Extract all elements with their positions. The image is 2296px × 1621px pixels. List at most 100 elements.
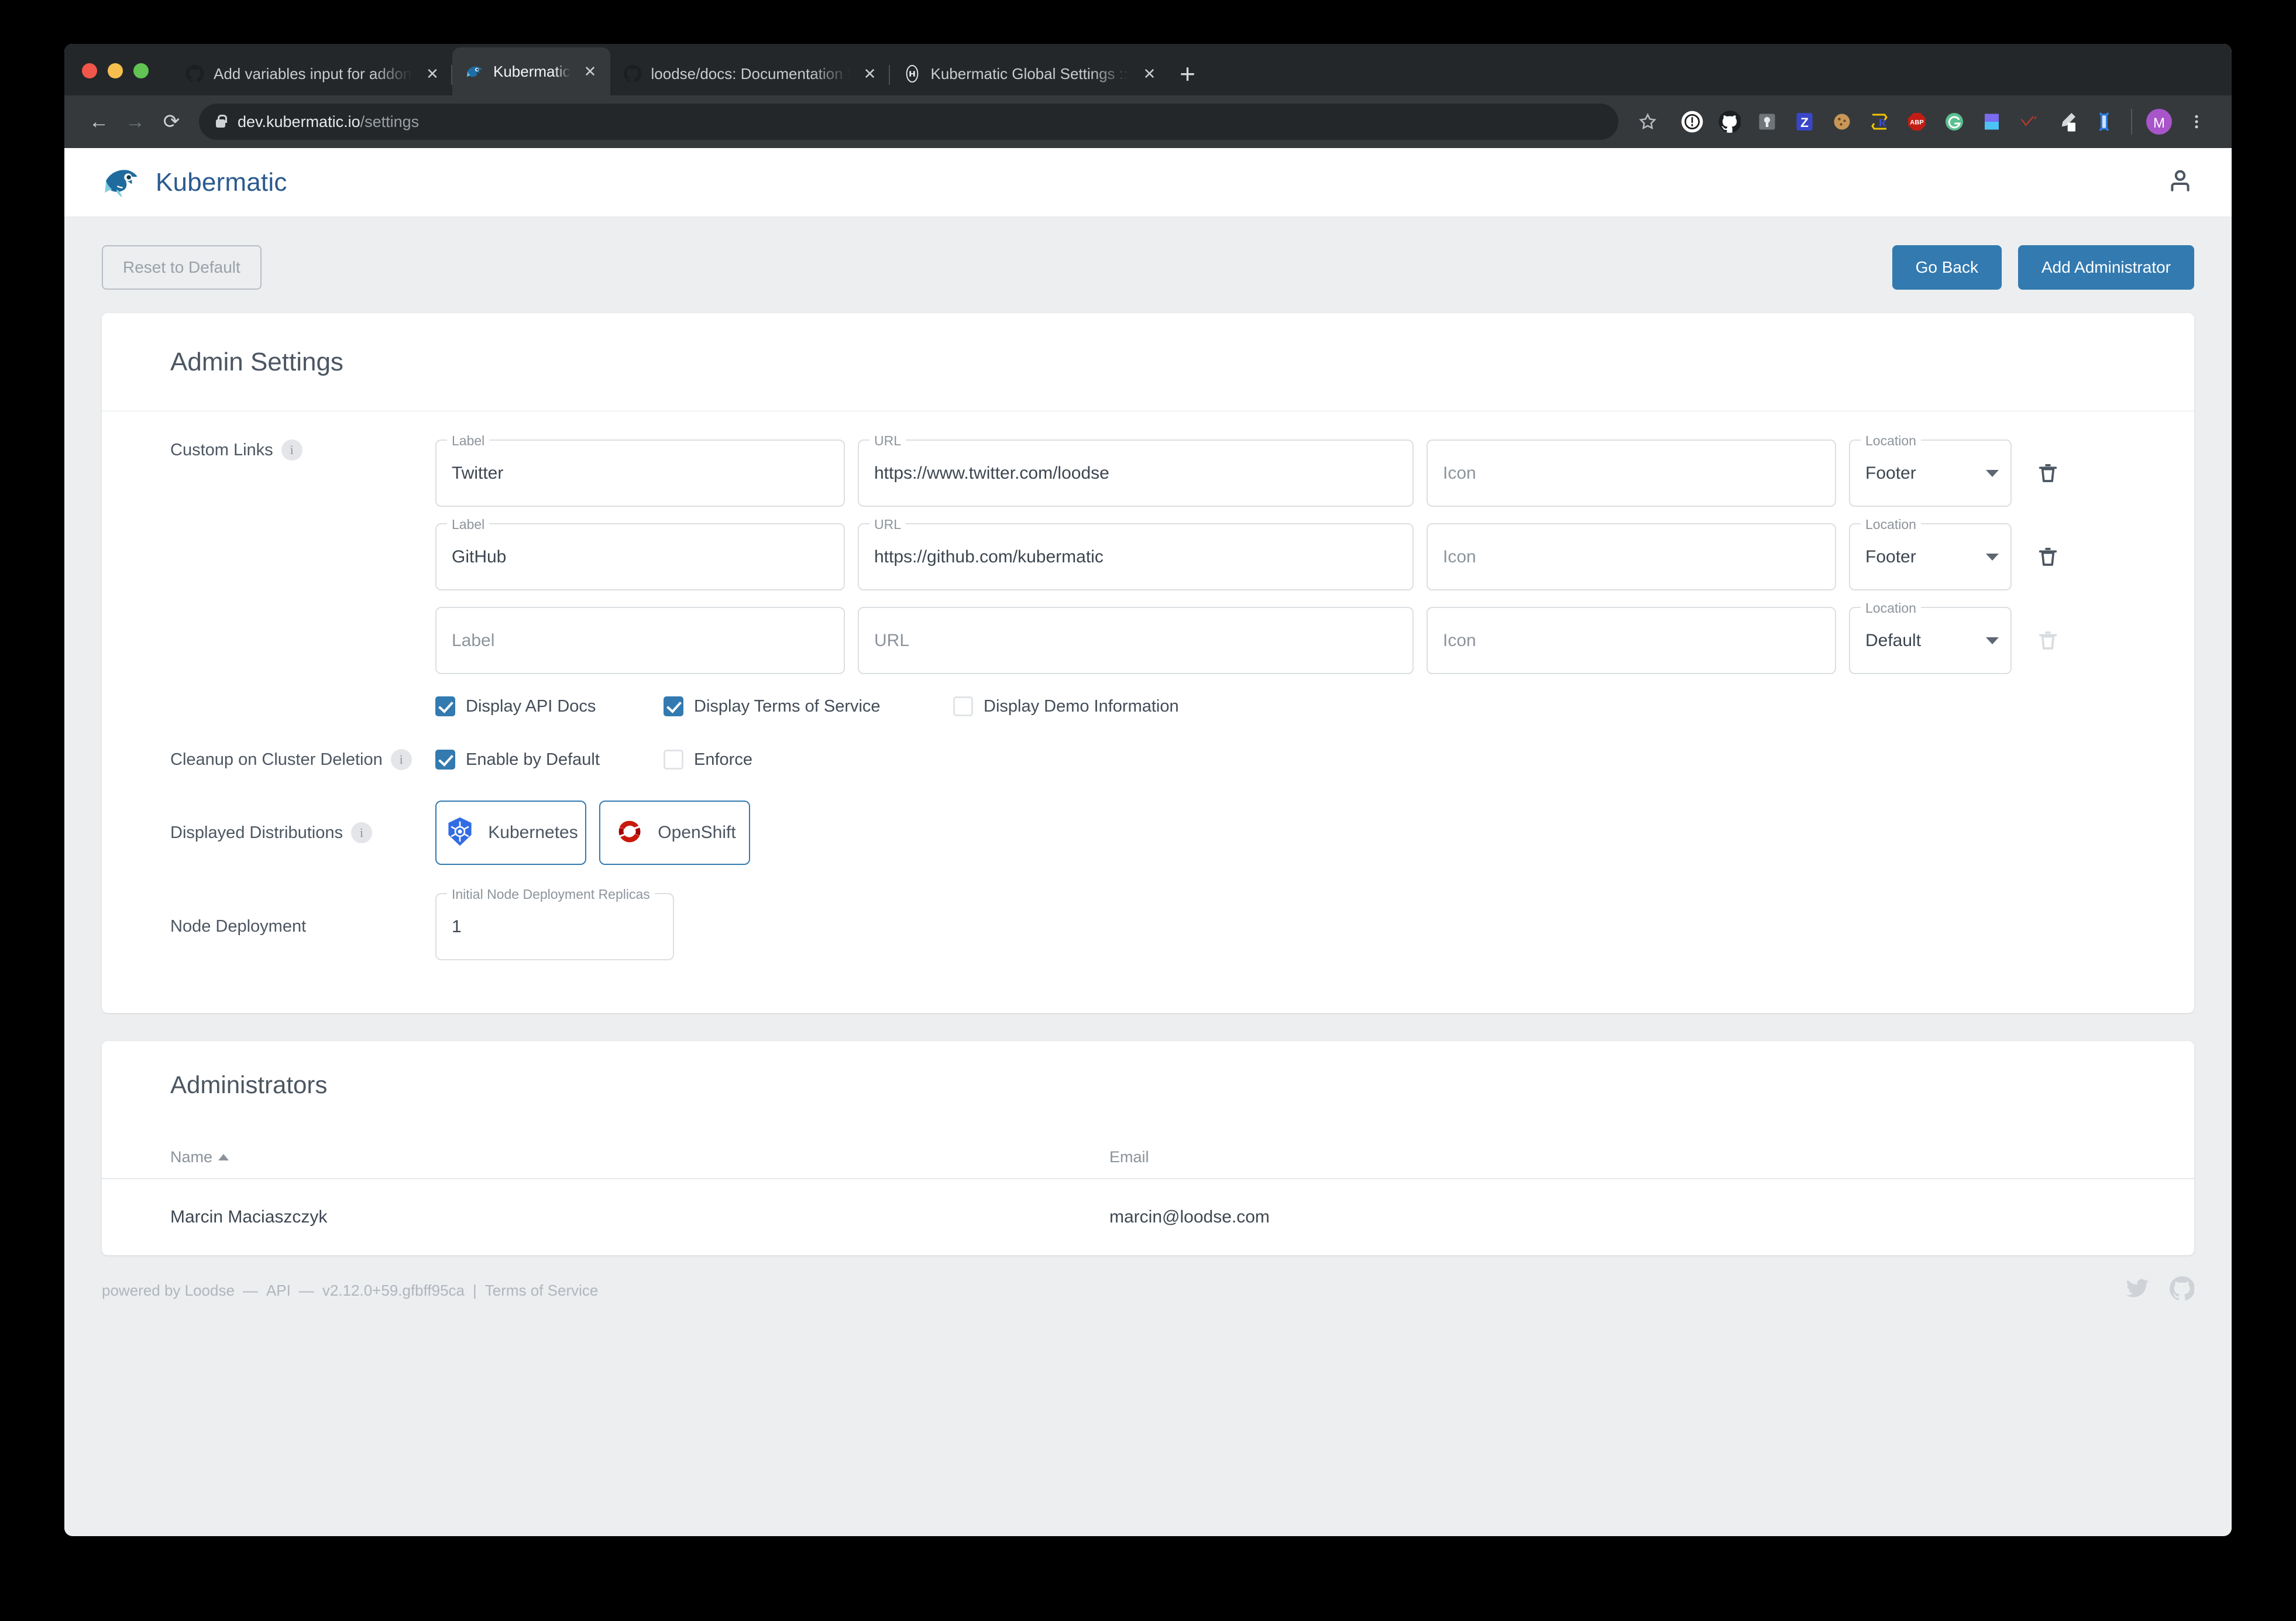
ruler-icon[interactable]: [2085, 103, 2123, 140]
distribution-openshift-button[interactable]: OpenShift: [599, 801, 750, 865]
link-url-field-1[interactable]: URL https://www.twitter.com/loodse: [858, 439, 1414, 507]
svg-text:M: M: [2153, 115, 2165, 131]
person-icon[interactable]: [2166, 167, 2194, 198]
administrators-card: Administrators Name Email Marcin Maciasz…: [102, 1041, 2194, 1255]
browser-tab-4[interactable]: Kubermatic Global Settings :: Do ✕: [890, 52, 1170, 95]
browser-tab-1[interactable]: Add variables input for addons · ✕: [173, 52, 452, 95]
1password-icon[interactable]: [1673, 103, 1711, 140]
omnibox-actions: Z R ABP M: [1629, 103, 2215, 140]
grammarly-icon[interactable]: [1936, 103, 1973, 140]
node-deployment-label: Node Deployment: [102, 917, 435, 936]
field-placeholder: Icon: [1443, 547, 1476, 567]
github-icon[interactable]: [1711, 103, 1748, 140]
custom-link-fields-2: Label GitHub URL https://github.com/kube…: [435, 523, 2071, 590]
column-header-email[interactable]: Email: [1109, 1148, 2194, 1178]
link-icon-field-1[interactable]: Icon: [1427, 439, 1836, 507]
close-window-button[interactable]: [82, 63, 97, 78]
info-icon[interactable]: i: [351, 822, 372, 843]
github-icon[interactable]: [2170, 1276, 2194, 1305]
tab-close-button[interactable]: ✕: [579, 63, 602, 81]
link-location-select-1[interactable]: Location Footer: [1849, 439, 2012, 507]
tab-close-button[interactable]: ✕: [858, 65, 882, 83]
new-tab-button[interactable]: +: [1170, 52, 1206, 95]
link-url-field-2[interactable]: URL https://github.com/kubermatic: [858, 523, 1414, 590]
field-placeholder: URL: [874, 631, 909, 651]
kebab-menu-icon[interactable]: [2178, 103, 2215, 140]
brand-logo-area[interactable]: Kubermatic: [102, 163, 287, 201]
svg-text:ABP: ABP: [1910, 119, 1924, 126]
tab-title: Kubermatic: [493, 63, 570, 81]
node-deployment-row: Node Deployment Initial Node Deployment …: [102, 893, 2194, 960]
field-value: https://www.twitter.com/loodse: [874, 463, 1109, 483]
delete-link-button-3: [2025, 607, 2071, 674]
browser-tab-2[interactable]: Kubermatic ✕: [452, 47, 610, 95]
lighthouse-icon[interactable]: [1748, 103, 1786, 140]
checkbox-box[interactable]: [664, 696, 683, 716]
browser-window: Add variables input for addons · ✕ Kuber…: [64, 44, 2232, 1536]
back-arrow-icon[interactable]: ←: [81, 104, 117, 140]
field-placeholder: Icon: [1443, 463, 1476, 483]
link-location-select-3[interactable]: Location Default: [1849, 607, 2012, 674]
pen-icon[interactable]: [2048, 103, 2085, 140]
checkbox-box[interactable]: [435, 696, 455, 716]
field-label: Location: [1861, 600, 1921, 616]
distribution-label: Kubernetes: [488, 823, 578, 843]
checkbox-enforce[interactable]: Enforce: [664, 750, 752, 770]
checkbox-display-terms-of-service[interactable]: Display Terms of Service: [664, 696, 953, 716]
checkbox-display-api-docs[interactable]: Display API Docs: [435, 696, 664, 716]
chevron-down-icon: [1986, 470, 1999, 477]
browser-tab-3[interactable]: loodse/docs: Documentation for ✕: [610, 52, 890, 95]
star-icon[interactable]: [1629, 103, 1666, 140]
checkmark-red-icon[interactable]: [2010, 103, 2048, 140]
page-title: Admin Settings: [102, 313, 2194, 411]
reload-icon[interactable]: ⟳: [153, 104, 190, 140]
link-url-field-3[interactable]: URL: [858, 607, 1414, 674]
footer-terms-link[interactable]: Terms of Service: [485, 1282, 599, 1300]
go-back-button[interactable]: Go Back: [1892, 245, 2002, 290]
window-controls[interactable]: [82, 63, 149, 78]
refresh-r-icon[interactable]: R: [1861, 103, 1898, 140]
link-icon-field-2[interactable]: Icon: [1427, 523, 1836, 590]
info-icon[interactable]: i: [391, 749, 412, 770]
initial-replicas-field[interactable]: Initial Node Deployment Replicas 1: [435, 893, 674, 960]
link-icon-field-3[interactable]: Icon: [1427, 607, 1836, 674]
extensions-area: Z R ABP: [1666, 103, 2123, 140]
avatar[interactable]: M: [2140, 103, 2178, 140]
reset-to-default-button[interactable]: Reset to Default: [102, 245, 262, 290]
twitter-icon[interactable]: [2125, 1276, 2150, 1305]
tab-close-button[interactable]: ✕: [1138, 65, 1161, 83]
delete-link-button-2[interactable]: [2025, 523, 2071, 590]
info-icon[interactable]: i: [281, 439, 303, 461]
forward-arrow-icon[interactable]: →: [117, 104, 153, 140]
zotero-icon[interactable]: Z: [1786, 103, 1823, 140]
column-header-name[interactable]: Name: [170, 1148, 1109, 1178]
link-label-field-2[interactable]: Label GitHub: [435, 523, 845, 590]
kubermatic-icon: [464, 61, 485, 82]
tab-close-button[interactable]: ✕: [421, 65, 444, 83]
checkbox-box[interactable]: [953, 696, 973, 716]
cookie-icon[interactable]: [1823, 103, 1861, 140]
link-label-field-1[interactable]: Label Twitter: [435, 439, 845, 507]
distribution-kubernetes-button[interactable]: Kubernetes: [435, 801, 586, 865]
footer-version: v2.12.0+59.gfbff95ca: [322, 1282, 465, 1300]
minimize-window-button[interactable]: [108, 63, 123, 78]
maximize-window-button[interactable]: [133, 63, 149, 78]
color-swatch-icon[interactable]: [1973, 103, 2010, 140]
checkbox-box[interactable]: [435, 750, 455, 770]
footer-dash-2: —: [291, 1282, 322, 1300]
add-administrator-button[interactable]: Add Administrator: [2018, 245, 2194, 290]
link-label-field-3[interactable]: Label: [435, 607, 845, 674]
field-label: Initial Node Deployment Replicas: [447, 887, 655, 902]
checkbox-enable-by-default[interactable]: Enable by Default: [435, 750, 664, 770]
table-row[interactable]: Marcin Maciaszczyk marcin@loodse.com: [102, 1179, 2194, 1255]
checkbox-box[interactable]: [664, 750, 683, 770]
footer-text: powered by Loodse — API — v2.12.0+59.gfb…: [102, 1282, 598, 1300]
admin-settings-body: Custom Links i Label Twitter URL https:/…: [102, 411, 2194, 1013]
field-label: Location: [1861, 517, 1921, 533]
adblockplus-icon[interactable]: ABP: [1898, 103, 1936, 140]
delete-link-button-1[interactable]: [2025, 439, 2071, 507]
checkbox-display-demo-information[interactable]: Display Demo Information: [953, 696, 1179, 716]
link-location-select-2[interactable]: Location Footer: [1849, 523, 2012, 590]
address-bar[interactable]: dev.kubermatic.io/settings: [199, 104, 1618, 140]
app-header: Kubermatic: [64, 148, 2232, 217]
